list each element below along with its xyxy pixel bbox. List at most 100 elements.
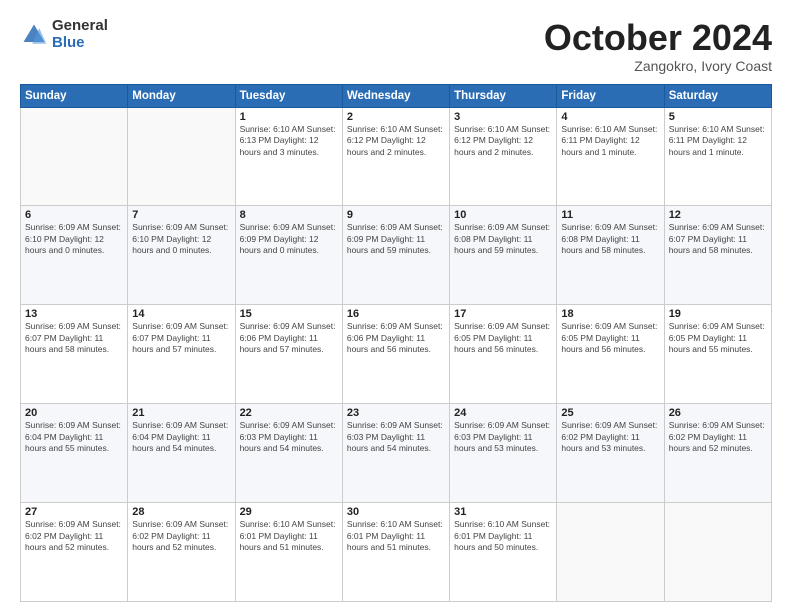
calendar-cell — [557, 503, 664, 602]
day-info: Sunrise: 6:09 AM Sunset: 6:04 PM Dayligh… — [132, 420, 230, 454]
day-info: Sunrise: 6:09 AM Sunset: 6:02 PM Dayligh… — [132, 519, 230, 553]
day-number: 29 — [240, 506, 338, 518]
day-number: 9 — [347, 209, 445, 221]
calendar-cell: 3Sunrise: 6:10 AM Sunset: 6:12 PM Daylig… — [450, 107, 557, 206]
day-number: 31 — [454, 506, 552, 518]
day-number: 6 — [25, 209, 123, 221]
calendar-cell: 14Sunrise: 6:09 AM Sunset: 6:07 PM Dayli… — [128, 305, 235, 404]
day-info: Sunrise: 6:09 AM Sunset: 6:07 PM Dayligh… — [132, 321, 230, 355]
calendar-cell: 17Sunrise: 6:09 AM Sunset: 6:05 PM Dayli… — [450, 305, 557, 404]
day-info: Sunrise: 6:09 AM Sunset: 6:09 PM Dayligh… — [240, 222, 338, 256]
day-number: 8 — [240, 209, 338, 221]
day-number: 26 — [669, 407, 767, 419]
header: General Blue October 2024 Zangokro, Ivor… — [20, 18, 772, 74]
day-info: Sunrise: 6:09 AM Sunset: 6:07 PM Dayligh… — [669, 222, 767, 256]
day-number: 2 — [347, 111, 445, 123]
calendar-body: 1Sunrise: 6:10 AM Sunset: 6:13 PM Daylig… — [21, 107, 772, 601]
page: General Blue October 2024 Zangokro, Ivor… — [0, 0, 792, 612]
calendar-cell: 9Sunrise: 6:09 AM Sunset: 6:09 PM Daylig… — [342, 206, 449, 305]
day-number: 21 — [132, 407, 230, 419]
day-info: Sunrise: 6:09 AM Sunset: 6:10 PM Dayligh… — [132, 222, 230, 256]
day-number: 17 — [454, 308, 552, 320]
day-info: Sunrise: 6:09 AM Sunset: 6:05 PM Dayligh… — [669, 321, 767, 355]
logo: General Blue — [20, 18, 108, 51]
col-monday: Monday — [128, 84, 235, 107]
calendar-table: Sunday Monday Tuesday Wednesday Thursday… — [20, 84, 772, 602]
day-info: Sunrise: 6:10 AM Sunset: 6:11 PM Dayligh… — [669, 124, 767, 158]
day-number: 19 — [669, 308, 767, 320]
calendar-cell: 19Sunrise: 6:09 AM Sunset: 6:05 PM Dayli… — [664, 305, 771, 404]
day-info: Sunrise: 6:09 AM Sunset: 6:06 PM Dayligh… — [240, 321, 338, 355]
col-thursday: Thursday — [450, 84, 557, 107]
day-info: Sunrise: 6:09 AM Sunset: 6:05 PM Dayligh… — [454, 321, 552, 355]
month-title: October 2024 — [544, 18, 772, 58]
logo-blue: Blue — [52, 35, 108, 52]
day-info: Sunrise: 6:09 AM Sunset: 6:02 PM Dayligh… — [669, 420, 767, 454]
calendar-week-4: 20Sunrise: 6:09 AM Sunset: 6:04 PM Dayli… — [21, 404, 772, 503]
day-number: 15 — [240, 308, 338, 320]
day-number: 18 — [561, 308, 659, 320]
calendar-cell: 26Sunrise: 6:09 AM Sunset: 6:02 PM Dayli… — [664, 404, 771, 503]
title-block: October 2024 Zangokro, Ivory Coast — [544, 18, 772, 74]
calendar-cell: 11Sunrise: 6:09 AM Sunset: 6:08 PM Dayli… — [557, 206, 664, 305]
day-number: 14 — [132, 308, 230, 320]
day-number: 25 — [561, 407, 659, 419]
calendar-week-5: 27Sunrise: 6:09 AM Sunset: 6:02 PM Dayli… — [21, 503, 772, 602]
day-number: 1 — [240, 111, 338, 123]
calendar-week-3: 13Sunrise: 6:09 AM Sunset: 6:07 PM Dayli… — [21, 305, 772, 404]
col-saturday: Saturday — [664, 84, 771, 107]
calendar-cell: 15Sunrise: 6:09 AM Sunset: 6:06 PM Dayli… — [235, 305, 342, 404]
day-number: 30 — [347, 506, 445, 518]
calendar-cell: 27Sunrise: 6:09 AM Sunset: 6:02 PM Dayli… — [21, 503, 128, 602]
col-tuesday: Tuesday — [235, 84, 342, 107]
day-info: Sunrise: 6:09 AM Sunset: 6:04 PM Dayligh… — [25, 420, 123, 454]
day-number: 12 — [669, 209, 767, 221]
day-info: Sunrise: 6:09 AM Sunset: 6:08 PM Dayligh… — [561, 222, 659, 256]
logo-icon — [20, 21, 48, 49]
calendar-week-2: 6Sunrise: 6:09 AM Sunset: 6:10 PM Daylig… — [21, 206, 772, 305]
calendar-cell: 1Sunrise: 6:10 AM Sunset: 6:13 PM Daylig… — [235, 107, 342, 206]
day-number: 11 — [561, 209, 659, 221]
day-number: 4 — [561, 111, 659, 123]
day-info: Sunrise: 6:10 AM Sunset: 6:11 PM Dayligh… — [561, 124, 659, 158]
calendar-cell: 30Sunrise: 6:10 AM Sunset: 6:01 PM Dayli… — [342, 503, 449, 602]
day-number: 20 — [25, 407, 123, 419]
calendar-cell: 2Sunrise: 6:10 AM Sunset: 6:12 PM Daylig… — [342, 107, 449, 206]
day-info: Sunrise: 6:09 AM Sunset: 6:03 PM Dayligh… — [454, 420, 552, 454]
calendar-cell: 4Sunrise: 6:10 AM Sunset: 6:11 PM Daylig… — [557, 107, 664, 206]
logo-text: General Blue — [52, 18, 108, 51]
col-friday: Friday — [557, 84, 664, 107]
calendar-cell: 31Sunrise: 6:10 AM Sunset: 6:01 PM Dayli… — [450, 503, 557, 602]
day-info: Sunrise: 6:10 AM Sunset: 6:12 PM Dayligh… — [454, 124, 552, 158]
calendar-cell: 12Sunrise: 6:09 AM Sunset: 6:07 PM Dayli… — [664, 206, 771, 305]
calendar-cell: 8Sunrise: 6:09 AM Sunset: 6:09 PM Daylig… — [235, 206, 342, 305]
calendar-cell: 7Sunrise: 6:09 AM Sunset: 6:10 PM Daylig… — [128, 206, 235, 305]
day-info: Sunrise: 6:09 AM Sunset: 6:02 PM Dayligh… — [561, 420, 659, 454]
calendar-cell: 21Sunrise: 6:09 AM Sunset: 6:04 PM Dayli… — [128, 404, 235, 503]
calendar-cell: 16Sunrise: 6:09 AM Sunset: 6:06 PM Dayli… — [342, 305, 449, 404]
day-number: 7 — [132, 209, 230, 221]
day-info: Sunrise: 6:09 AM Sunset: 6:10 PM Dayligh… — [25, 222, 123, 256]
day-info: Sunrise: 6:09 AM Sunset: 6:03 PM Dayligh… — [347, 420, 445, 454]
day-info: Sunrise: 6:09 AM Sunset: 6:08 PM Dayligh… — [454, 222, 552, 256]
header-row: Sunday Monday Tuesday Wednesday Thursday… — [21, 84, 772, 107]
day-number: 28 — [132, 506, 230, 518]
day-info: Sunrise: 6:09 AM Sunset: 6:07 PM Dayligh… — [25, 321, 123, 355]
day-info: Sunrise: 6:09 AM Sunset: 6:09 PM Dayligh… — [347, 222, 445, 256]
day-info: Sunrise: 6:10 AM Sunset: 6:01 PM Dayligh… — [347, 519, 445, 553]
calendar-cell: 24Sunrise: 6:09 AM Sunset: 6:03 PM Dayli… — [450, 404, 557, 503]
day-info: Sunrise: 6:10 AM Sunset: 6:12 PM Dayligh… — [347, 124, 445, 158]
calendar-header: Sunday Monday Tuesday Wednesday Thursday… — [21, 84, 772, 107]
day-info: Sunrise: 6:09 AM Sunset: 6:02 PM Dayligh… — [25, 519, 123, 553]
day-number: 16 — [347, 308, 445, 320]
calendar-cell: 25Sunrise: 6:09 AM Sunset: 6:02 PM Dayli… — [557, 404, 664, 503]
calendar-cell: 6Sunrise: 6:09 AM Sunset: 6:10 PM Daylig… — [21, 206, 128, 305]
calendar-cell — [664, 503, 771, 602]
calendar-cell: 13Sunrise: 6:09 AM Sunset: 6:07 PM Dayli… — [21, 305, 128, 404]
calendar-cell: 28Sunrise: 6:09 AM Sunset: 6:02 PM Dayli… — [128, 503, 235, 602]
calendar-cell: 18Sunrise: 6:09 AM Sunset: 6:05 PM Dayli… — [557, 305, 664, 404]
day-number: 27 — [25, 506, 123, 518]
col-sunday: Sunday — [21, 84, 128, 107]
day-info: Sunrise: 6:09 AM Sunset: 6:06 PM Dayligh… — [347, 321, 445, 355]
day-number: 5 — [669, 111, 767, 123]
